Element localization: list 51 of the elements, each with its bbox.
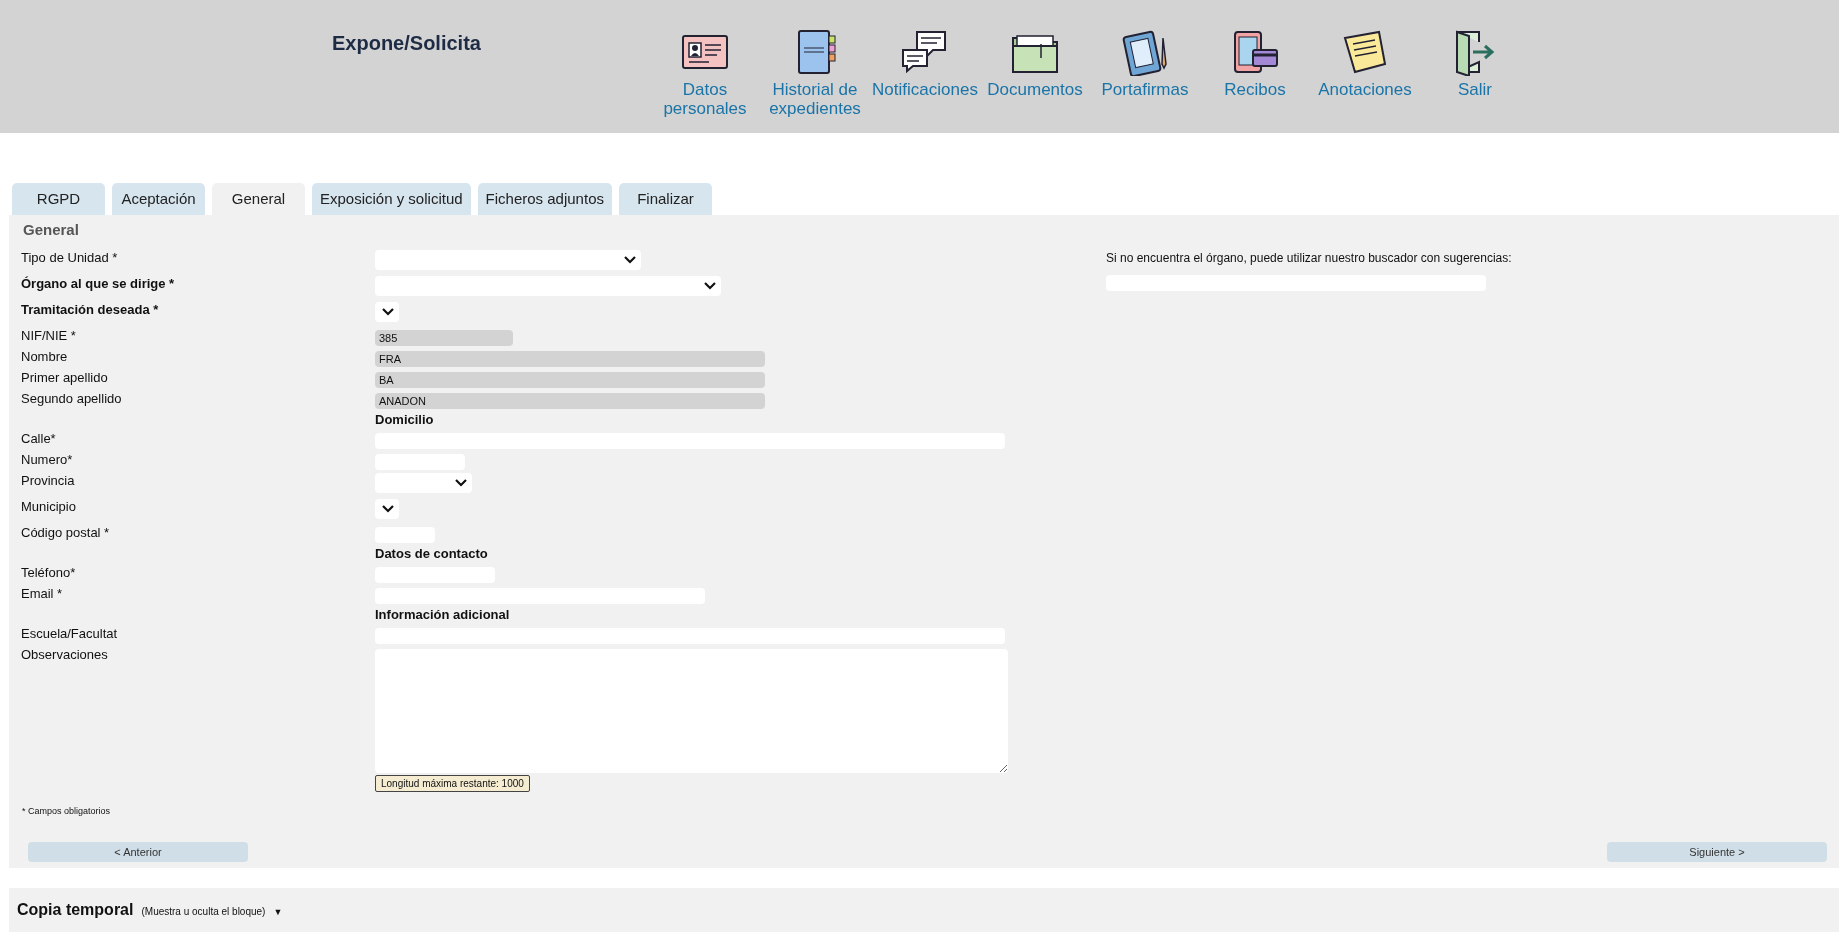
field-value: 385 <box>379 330 398 346</box>
field-label: Numero* <box>20 451 74 469</box>
field-label: Código postal * <box>20 524 111 542</box>
select-field[interactable] <box>375 250 641 270</box>
field-label: NIF/NIE * <box>20 327 77 345</box>
tab[interactable]: Exposición y solicitud <box>312 183 471 215</box>
hint-text: (Muestra u oculta el bloque) <box>141 905 266 919</box>
page-title: Expone/Solicita <box>332 31 481 55</box>
field-value: BA <box>379 372 394 388</box>
field-value: ANADON <box>379 393 427 409</box>
chevron-down-icon <box>382 308 394 316</box>
select-field[interactable] <box>375 276 721 296</box>
field-value: FRA <box>379 351 401 367</box>
toggle-caret[interactable]: ▼ <box>273 906 283 920</box>
field-label: Teléfono* <box>20 564 77 582</box>
field-label: Email * <box>20 585 64 603</box>
select-field[interactable] <box>375 499 399 519</box>
chevron-down-icon <box>704 282 716 290</box>
select-field[interactable] <box>375 473 472 493</box>
field-label: Provincia <box>20 472 76 490</box>
field-label: Calle* <box>20 430 57 448</box>
chevron-down-icon <box>624 256 636 264</box>
tab[interactable]: Aceptación <box>112 183 205 215</box>
field-label: Tramitación deseada * <box>20 301 160 319</box>
field-label: Nombre <box>20 348 69 366</box>
section-title: Información adicional <box>375 606 511 624</box>
tab[interactable]: RGPD <box>12 183 105 215</box>
field-label: Observaciones <box>20 646 109 664</box>
select-field[interactable] <box>375 302 399 322</box>
tab[interactable]: General <box>212 183 305 215</box>
section-title: Copia temporal <box>17 900 134 920</box>
section-title: Datos de contacto <box>375 545 489 563</box>
suggestion-text: Si no encuentra el órgano, puede utilizar nuestro buscador con sugerencias: <box>1106 250 1512 267</box>
section-heading: General <box>23 221 80 239</box>
next-button[interactable]: Siguiente > <box>1607 842 1827 862</box>
field-label: Escuela/Facultat <box>20 625 119 643</box>
tab[interactable]: Finalizar <box>619 183 712 215</box>
tab[interactable]: Ficheros adjuntos <box>477 183 612 215</box>
section-title: Domicilio <box>375 411 435 429</box>
chevron-down-icon <box>382 505 394 513</box>
text-area[interactable] <box>375 649 1008 773</box>
field-label: Tipo de Unidad * <box>20 249 119 267</box>
required-note: * Campos obligatorios <box>22 804 112 818</box>
field-label: Municipio <box>20 498 77 516</box>
previous-button[interactable]: < Anterior <box>28 842 248 862</box>
field-label: Órgano al que se dirige * <box>20 275 176 293</box>
field-label: Primer apellido <box>20 369 109 387</box>
field-label: Segundo apellido <box>20 390 123 408</box>
character-counter: Longitud máxima restante: 1000 <box>375 775 530 792</box>
chevron-down-icon <box>455 479 467 487</box>
nav-link[interactable]: Anotaciones <box>1310 28 1420 118</box>
